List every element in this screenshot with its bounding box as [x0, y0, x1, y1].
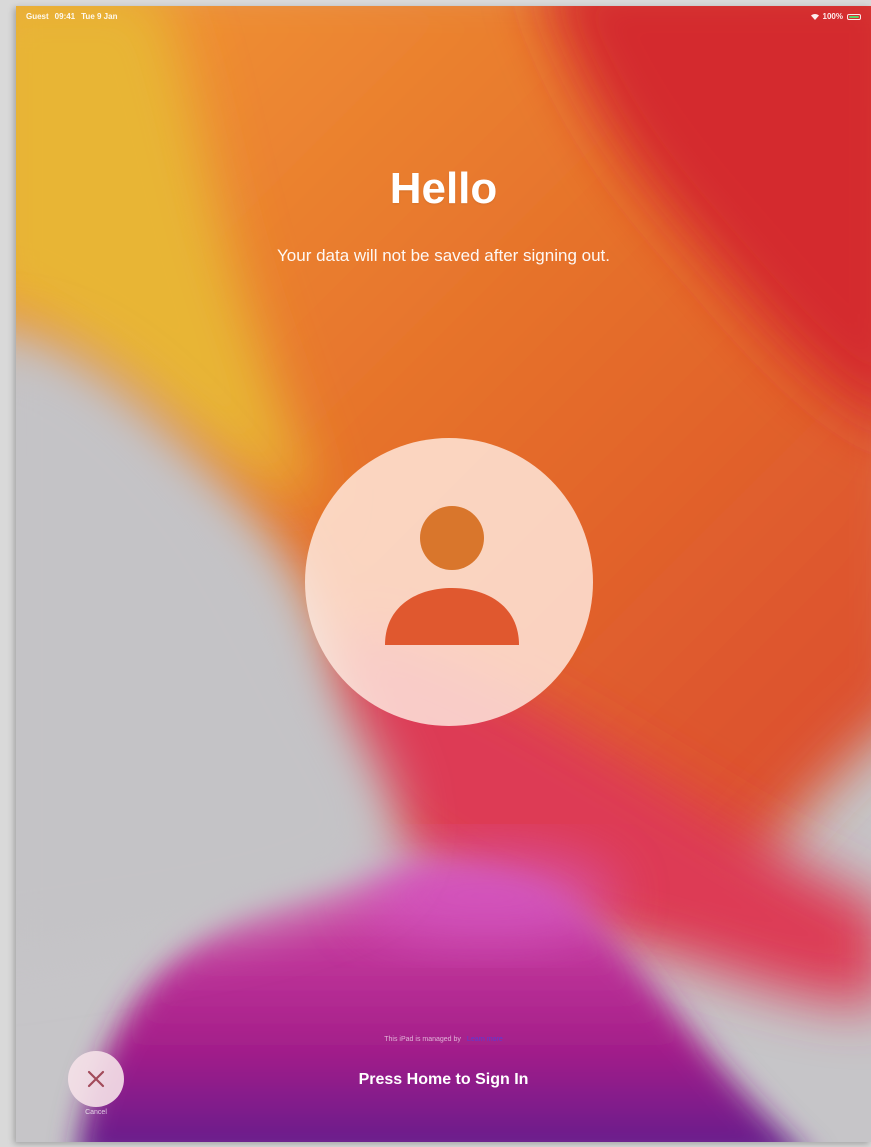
cancel-button[interactable] — [68, 1051, 124, 1107]
date-label: Tue 9 Jan — [81, 12, 118, 21]
carrier-label: Guest — [26, 12, 49, 21]
signin-hint: Press Home to Sign In — [358, 1071, 529, 1088]
learn-more-link[interactable]: Learn more — [467, 1036, 503, 1043]
battery-icon — [847, 13, 861, 20]
battery-percent: 100% — [822, 12, 843, 21]
time-label: 09:41 — [54, 12, 76, 21]
status-bar: Guest 09:41 Tue 9 Jan 100% — [16, 6, 871, 28]
cancel-label: Cancel — [85, 1109, 107, 1116]
lock-screen: Guest 09:41 Tue 9 Jan 100% Hello Your da… — [16, 6, 871, 1142]
close-icon — [87, 1070, 105, 1088]
managed-device-note: This iPad is managed by Learn more — [16, 1036, 871, 1043]
user-avatar[interactable] — [305, 438, 593, 726]
person-icon — [385, 506, 519, 645]
status-left: Guest 09:41 Tue 9 Jan — [26, 12, 117, 21]
status-right: 100% — [810, 12, 861, 21]
data-warning-text: Your data will not be saved after signin… — [277, 246, 610, 265]
managed-note-text: This iPad is managed by — [384, 1036, 461, 1043]
greeting-title: Hello — [389, 164, 498, 213]
wifi-icon — [810, 13, 819, 20]
